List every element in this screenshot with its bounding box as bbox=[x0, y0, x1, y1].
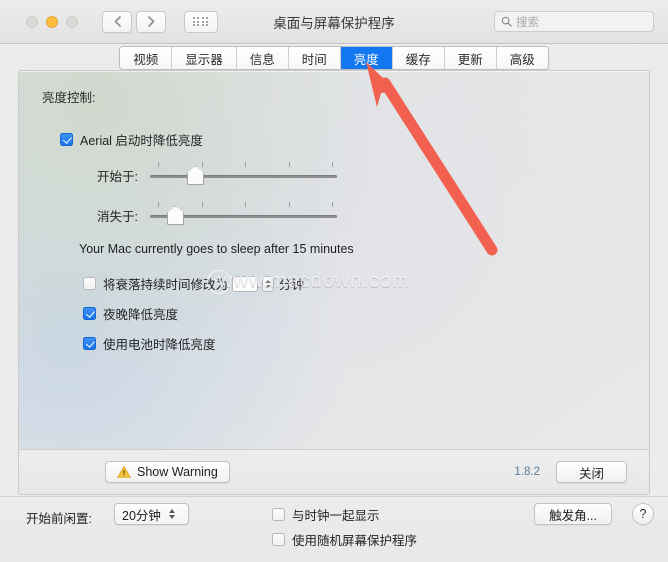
checkbox-row-dim-on-battery[interactable]: 使用电池时降低亮度 bbox=[83, 334, 216, 353]
back-button[interactable] bbox=[102, 10, 132, 33]
checkbox-label-dim-on-start: Aerial 启动时降低亮度 bbox=[80, 134, 203, 148]
chevron-left-icon bbox=[114, 16, 121, 27]
forward-button[interactable] bbox=[136, 10, 166, 33]
search-placeholder: 搜索 bbox=[516, 16, 539, 29]
slider-track-start-at bbox=[150, 175, 337, 178]
chevron-right-icon bbox=[147, 16, 154, 27]
navigation-buttons bbox=[102, 10, 166, 33]
show-warning-label: Show Warning bbox=[137, 465, 218, 479]
help-button[interactable]: ? bbox=[632, 503, 654, 525]
slider-row-start-at: 开始于: bbox=[60, 162, 337, 188]
search-icon bbox=[501, 16, 512, 27]
input-fade-duration[interactable] bbox=[232, 275, 259, 292]
checkbox-row-dim-at-night[interactable]: 夜晚降低亮度 bbox=[83, 304, 178, 323]
checkbox-dim-on-start[interactable] bbox=[60, 133, 73, 146]
slider-label-start-at: 开始于: bbox=[97, 169, 138, 184]
checkbox-dim-at-night[interactable] bbox=[83, 307, 96, 320]
checkbox-show-with-clock[interactable] bbox=[272, 508, 285, 521]
zoom-window-button[interactable] bbox=[66, 15, 78, 28]
minimize-window-button[interactable] bbox=[46, 15, 58, 28]
slider-fade-at[interactable] bbox=[150, 202, 337, 228]
checkbox-row-use-random-saver[interactable]: 使用随机屏幕保护程序 bbox=[272, 530, 417, 549]
close-button[interactable]: 关闭 bbox=[555, 461, 627, 483]
stepper-down-icon[interactable] bbox=[265, 284, 272, 288]
pane-footer: Show Warning 1.8.2 关闭 bbox=[19, 449, 649, 494]
window-bottom-bar: 开始前闲置: 20分钟 与时钟一起显示 使用随机屏幕保护程序 触发角... ? bbox=[0, 496, 668, 562]
close-window-button[interactable] bbox=[26, 15, 38, 28]
show-warning-button[interactable]: Show Warning bbox=[105, 461, 230, 483]
slider-start-at[interactable] bbox=[150, 162, 337, 188]
brightness-pane: 亮度控制: Aerial 启动时降低亮度 开始于: 消失于: Your Mac … bbox=[18, 70, 650, 495]
stepper-up-icon[interactable] bbox=[265, 279, 272, 283]
warning-triangle-icon bbox=[117, 466, 131, 478]
checkbox-label-show-with-clock: 与时钟一起显示 bbox=[292, 509, 380, 523]
section-title: 亮度控制: bbox=[42, 91, 96, 105]
checkbox-label-dim-on-battery: 使用电池时降低亮度 bbox=[103, 338, 216, 352]
tab-advanced[interactable]: 高级 bbox=[496, 47, 548, 69]
idle-time-popup[interactable]: 20分钟 bbox=[114, 503, 189, 525]
stepper-fade-duration[interactable] bbox=[262, 275, 275, 292]
checkbox-use-random-saver[interactable] bbox=[272, 533, 285, 546]
window-titlebar: 桌面与屏幕保护程序 搜索 bbox=[0, 0, 668, 44]
search-field[interactable]: 搜索 bbox=[494, 11, 654, 32]
brightness-pane-body: 亮度控制: Aerial 启动时降低亮度 开始于: 消失于: Your Mac … bbox=[19, 71, 649, 451]
traffic-lights bbox=[26, 15, 78, 28]
chevron-updown-icon bbox=[168, 509, 175, 519]
tab-cache[interactable]: 缓存 bbox=[392, 47, 445, 69]
tab-bar: 视频 显示器 信息 时间 亮度 缓存 更新 高级 bbox=[119, 46, 549, 70]
checkbox-row-show-with-clock[interactable]: 与时钟一起显示 bbox=[272, 505, 417, 524]
checkbox-row-dim-on-start[interactable]: Aerial 启动时降低亮度 bbox=[60, 130, 203, 149]
slider-ticks-fade-at bbox=[150, 202, 337, 209]
checkbox-fade-duration[interactable] bbox=[83, 277, 96, 290]
grid-icon bbox=[192, 17, 210, 26]
hot-corners-button[interactable]: 触发角... bbox=[534, 503, 612, 525]
preferences-window: 桌面与屏幕保护程序 搜索 视频 显示器 信息 时间 亮度 缓存 更新 高级 亮度… bbox=[0, 0, 668, 562]
idle-time-value: 20分钟 bbox=[122, 508, 161, 523]
bottom-checkbox-group: 与时钟一起显示 使用随机屏幕保护程序 bbox=[272, 505, 417, 555]
label-fade-duration-before: 将衰落持续时间修改为 bbox=[103, 278, 229, 292]
tab-brightness[interactable]: 亮度 bbox=[340, 47, 393, 69]
label-fade-duration-after: 分钟 bbox=[279, 278, 305, 292]
slider-ticks-start-at bbox=[150, 162, 337, 169]
checkbox-label-use-random-saver: 使用随机屏幕保护程序 bbox=[292, 534, 418, 548]
version-label: 1.8.2 bbox=[514, 466, 540, 478]
show-all-button[interactable] bbox=[184, 10, 218, 33]
checkbox-label-dim-at-night: 夜晚降低亮度 bbox=[103, 308, 179, 322]
tab-video[interactable]: 视频 bbox=[120, 47, 173, 69]
tab-info[interactable]: 信息 bbox=[236, 47, 289, 69]
idle-label: 开始前闲置: bbox=[26, 512, 92, 526]
slider-label-fade-at: 消失于: bbox=[97, 209, 138, 224]
checkbox-row-fade-duration[interactable]: 将衰落持续时间修改为 分钟 bbox=[83, 274, 304, 293]
tab-update[interactable]: 更新 bbox=[444, 47, 497, 69]
checkbox-dim-on-battery[interactable] bbox=[83, 337, 96, 350]
tab-time[interactable]: 时间 bbox=[288, 47, 341, 69]
sleep-note: Your Mac currently goes to sleep after 1… bbox=[79, 242, 354, 256]
tab-displays[interactable]: 显示器 bbox=[172, 47, 237, 69]
slider-row-fade-at: 消失于: bbox=[60, 202, 337, 228]
